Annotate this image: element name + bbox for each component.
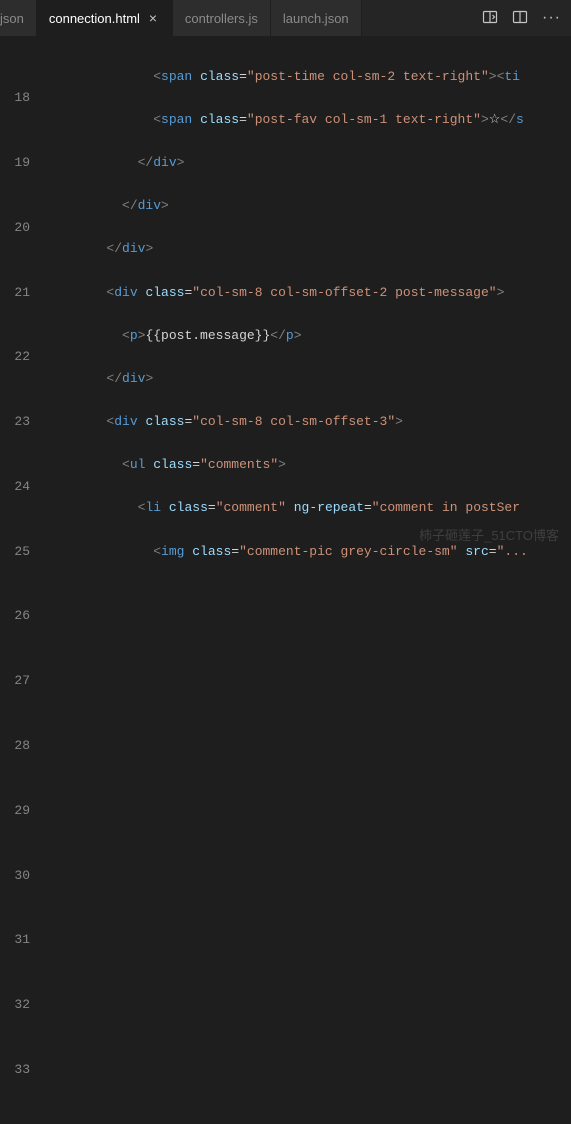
tab-label: controllers.js xyxy=(185,11,258,26)
line-number: 32 xyxy=(0,994,30,1016)
tab-json-truncated[interactable]: json xyxy=(0,0,37,36)
tab-label: connection.html xyxy=(49,11,140,26)
line-number: 33 xyxy=(0,1059,30,1081)
tail: s xyxy=(516,112,524,127)
line-number: 24 xyxy=(0,476,30,498)
close-icon[interactable]: × xyxy=(146,11,160,25)
split-editor-icon[interactable] xyxy=(512,9,528,28)
line-number: 21 xyxy=(0,282,30,304)
tail: ... xyxy=(504,544,527,559)
line-number: 28 xyxy=(0,735,30,757)
attr-value: comment xyxy=(224,500,279,515)
line-number: 25 xyxy=(0,541,30,563)
attr-value: comment-pic grey-circle-sm xyxy=(247,544,450,559)
line-number: 30 xyxy=(0,865,30,887)
star: ☆ xyxy=(489,112,501,127)
line-number: 22 xyxy=(0,346,30,368)
attr-value: col-sm-8 col-sm-offset-2 post-message xyxy=(200,285,489,300)
line-number: 20 xyxy=(0,217,30,239)
line-number: 26 xyxy=(0,605,30,627)
line-number: 19 xyxy=(0,152,30,174)
line-number: 27 xyxy=(0,670,30,692)
line-number: 31 xyxy=(0,929,30,951)
line-number: 29 xyxy=(0,800,30,822)
line-number: 18 xyxy=(0,87,30,109)
code-editor[interactable]: 18 19 20 21 22 23 24 25 26 27 28 29 30 3… xyxy=(0,36,571,562)
preview-icon[interactable] xyxy=(482,9,498,28)
more-actions-icon[interactable]: ··· xyxy=(542,9,561,27)
tab-connection-html[interactable]: connection.html × xyxy=(37,0,173,36)
line-number-gutter: 18 19 20 21 22 23 24 25 26 27 28 29 30 3… xyxy=(0,36,44,562)
attr-value: comment in postSer xyxy=(380,500,520,515)
attr-value: post-fav col-sm-1 text-right xyxy=(255,112,473,127)
attr-value: post-time col-sm-2 text-right xyxy=(255,69,481,84)
attr-value: col-sm-8 col-sm-offset-3 xyxy=(200,414,387,429)
tab-label: launch.json xyxy=(283,11,349,26)
code-content[interactable]: <span class="post-time col-sm-2 text-rig… xyxy=(44,36,571,562)
line-number: 23 xyxy=(0,411,30,433)
tab-controllers-js[interactable]: controllers.js xyxy=(173,0,271,36)
tab-launch-json[interactable]: launch.json xyxy=(271,0,362,36)
tail: ti xyxy=(504,69,520,84)
attr-value: comments xyxy=(208,457,270,472)
tab-bar: json connection.html × controllers.js la… xyxy=(0,0,571,36)
editor-actions: ··· xyxy=(472,0,571,36)
tab-label: json xyxy=(0,11,24,26)
expr: {{post.message}} xyxy=(145,328,270,343)
